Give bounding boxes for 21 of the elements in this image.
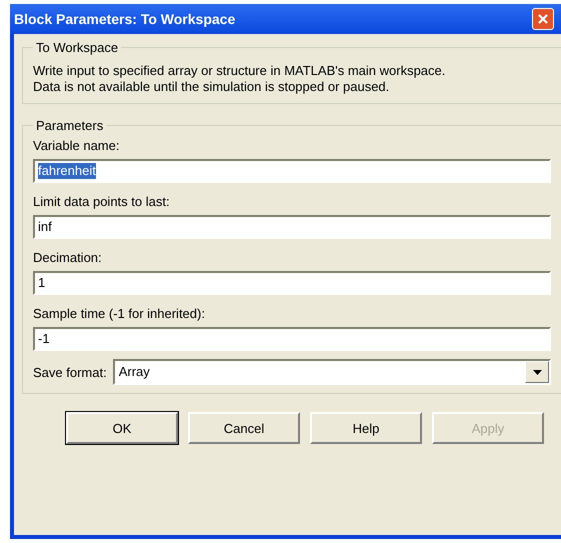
field-label: Save format: xyxy=(33,364,107,380)
group-legend: To Workspace xyxy=(33,40,122,55)
dialog-button[interactable]: OK xyxy=(66,412,178,444)
field-label: Variable name: xyxy=(33,137,120,155)
close-icon xyxy=(536,12,550,26)
description-text: Write input to specified array or structure in MATLAB's main workspace. Data is not available until the simulation is stopped or paused. xyxy=(33,62,446,95)
input-field[interactable]: -1 xyxy=(33,327,551,351)
window-title: Block Parameters: To Workspace xyxy=(14,11,236,27)
field-label: Limit data points to last: xyxy=(33,193,171,211)
field-label: Decimation: xyxy=(33,249,103,267)
group-legend: Parameters xyxy=(33,118,106,133)
dialog-button[interactable]: Cancel xyxy=(188,412,300,444)
dropdown-field[interactable]: Array xyxy=(112,359,551,385)
dropdown-button[interactable] xyxy=(525,361,549,383)
caret-icon xyxy=(532,370,542,374)
input-field[interactable]: fahrenheit xyxy=(33,159,551,183)
input-field[interactable]: inf xyxy=(33,215,551,239)
close-button[interactable] xyxy=(532,8,554,30)
dialog-button[interactable]: Help xyxy=(310,412,422,444)
input-field[interactable]: 1 xyxy=(33,271,551,295)
field-label: Sample time (-1 for inherited): xyxy=(33,305,206,323)
